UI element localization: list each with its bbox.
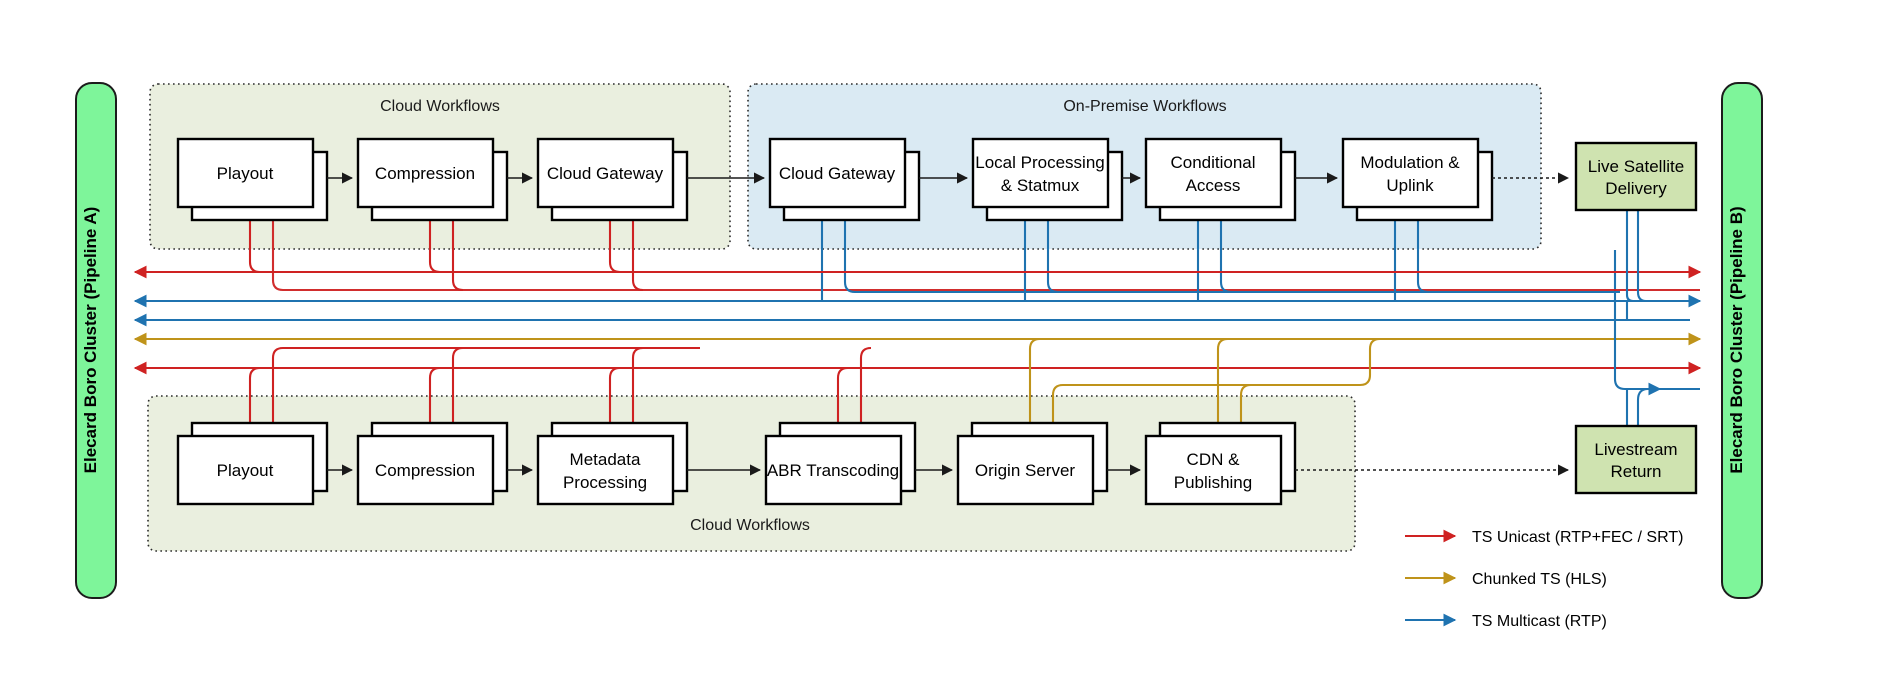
node-compression-bottom-label: Compression	[375, 461, 475, 480]
node-cloud-gateway-in-label: Cloud Gateway	[779, 164, 896, 183]
node-local-processing-label-line2: & Statmux	[1001, 176, 1080, 195]
node-abr-transcoding[interactable]: ABR Transcoding	[764, 421, 917, 506]
node-compression-top-label: Compression	[375, 164, 475, 183]
legend-item-ts-unicast: TS Unicast (RTP+FEC / SRT)	[1405, 529, 1683, 546]
group-label-onpremise: On-Premise Workflows	[1063, 98, 1226, 115]
endpoint-livestream-return[interactable]: Livestream Return	[1574, 424, 1698, 495]
node-abr-transcoding-label: ABR Transcoding	[767, 461, 899, 480]
node-playout-top-label: Playout	[217, 164, 274, 183]
diagram-canvas: Elecard Boro Cluster (Pipeline A) Elecar…	[75, 82, 1763, 630]
node-modulation-uplink-label-line2: Uplink	[1386, 176, 1434, 195]
endpoint-livestream-label-line2: Return	[1610, 462, 1661, 481]
node-origin-server[interactable]: Origin Server	[956, 421, 1109, 506]
cluster-right-label: Elecard Boro Cluster (Pipeline B)	[1727, 206, 1746, 473]
node-metadata-processing[interactable]: Metadata Processing	[536, 421, 689, 506]
node-local-processing[interactable]: Local Processing & Statmux	[971, 137, 1124, 222]
node-cloud-gateway-out-label: Cloud Gateway	[547, 164, 664, 183]
node-local-processing-label-line1: Local Processing	[975, 153, 1104, 172]
node-playout-top[interactable]: Playout	[176, 137, 329, 222]
node-playout-bottom-label: Playout	[217, 461, 274, 480]
node-conditional-access-label-line2: Access	[1186, 176, 1241, 195]
legend-label-chunked-ts: Chunked TS (HLS)	[1472, 571, 1607, 588]
node-metadata-processing-label-line1: Metadata	[570, 450, 641, 469]
cluster-left-pipeline-a[interactable]: Elecard Boro Cluster (Pipeline A)	[75, 82, 117, 599]
endpoint-live-satellite-delivery[interactable]: Live Satellite Delivery	[1574, 141, 1698, 212]
node-playout-bottom[interactable]: Playout	[176, 421, 329, 506]
endpoint-satellite-label-line2: Delivery	[1605, 179, 1667, 198]
node-cloud-gateway-out[interactable]: Cloud Gateway	[536, 137, 689, 222]
node-compression-bottom[interactable]: Compression	[356, 421, 509, 506]
node-metadata-processing-label-line2: Processing	[563, 473, 647, 492]
pipeline-diagram: Elecard Boro Cluster (Pipeline A) Elecar…	[0, 0, 1878, 688]
cluster-left-label: Elecard Boro Cluster (Pipeline A)	[81, 207, 100, 474]
group-label-bottom-cloud: Cloud Workflows	[690, 517, 810, 534]
node-cdn-publishing-label-line1: CDN &	[1187, 450, 1241, 469]
node-compression-top[interactable]: Compression	[356, 137, 509, 222]
wire-livestream-return-uplink	[1625, 387, 1700, 425]
endpoint-satellite-label-line1: Live Satellite	[1588, 157, 1684, 176]
node-cdn-publishing[interactable]: CDN & Publishing	[1144, 421, 1297, 506]
legend-label-ts-multicast: TS Multicast (RTP)	[1472, 613, 1607, 630]
node-origin-server-label: Origin Server	[975, 461, 1075, 480]
legend-item-chunked-ts: Chunked TS (HLS)	[1405, 571, 1607, 588]
node-conditional-access[interactable]: Conditional Access	[1144, 137, 1297, 222]
cluster-right-pipeline-b[interactable]: Elecard Boro Cluster (Pipeline B)	[1721, 82, 1763, 599]
node-conditional-access-label-line1: Conditional	[1170, 153, 1255, 172]
node-modulation-uplink-label-line1: Modulation &	[1360, 153, 1460, 172]
node-cdn-publishing-label-line2: Publishing	[1174, 473, 1252, 492]
legend-item-ts-multicast: TS Multicast (RTP)	[1405, 613, 1607, 630]
group-label-top-cloud: Cloud Workflows	[380, 98, 500, 115]
endpoint-livestream-label-line1: Livestream	[1594, 440, 1677, 459]
node-modulation-uplink[interactable]: Modulation & Uplink	[1341, 137, 1494, 222]
legend: TS Unicast (RTP+FEC / SRT) Chunked TS (H…	[1405, 529, 1683, 630]
legend-label-ts-unicast: TS Unicast (RTP+FEC / SRT)	[1472, 529, 1683, 546]
node-cloud-gateway-in[interactable]: Cloud Gateway	[768, 137, 921, 222]
